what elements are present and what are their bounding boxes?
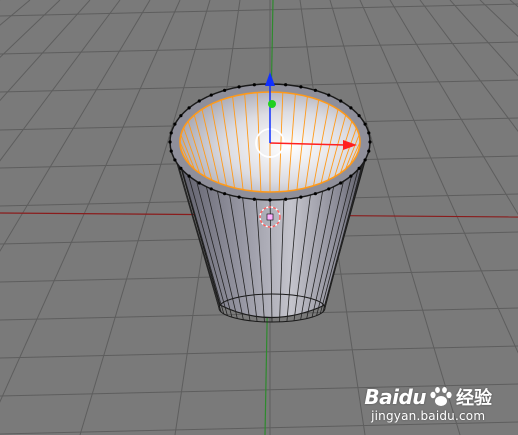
rim-vertex [169,131,173,135]
rim-vertex [179,166,183,170]
grid-line [79,0,211,435]
grid-line [0,0,31,26]
watermark-url: jingyan.baidu.com [371,409,486,423]
grid-line [0,0,121,162]
grid-line [0,0,91,102]
rim-vertex [252,197,256,201]
baidu-jingyan-watermark: Baidu 经验 jingyan.baidu.com [364,384,492,423]
rim-vertex [268,198,272,202]
gizmo-z-arrow [265,72,275,86]
rim-vertex [209,187,213,191]
grid-line [0,3,518,17]
rim-vertex [299,85,303,89]
rim-vertex [237,195,241,199]
rim-vertex [173,158,177,162]
rim-vertex [187,106,191,110]
rim-vertex [223,88,227,92]
rim-vertex [187,174,191,178]
rim-vertex [363,122,367,126]
rim-vertex [363,158,367,162]
gizmo-y-handle [268,100,276,108]
rim-vertex [209,93,213,97]
rim-vertex [367,131,371,135]
grid-line [0,0,61,59]
rim-vertex [237,85,241,89]
3d-viewport[interactable]: Baidu 经验 jingyan.baidu.com [0,0,518,435]
viewport-canvas[interactable] [0,0,518,435]
grid-line [0,345,518,359]
rim-vertex [169,149,173,153]
rim-vertex [179,114,183,118]
watermark-brand: Baidu [364,385,426,409]
grid-line [0,0,151,252]
grid-line [389,0,518,216]
rim-vertex [339,99,343,103]
rim-vertex [327,93,331,97]
rim-vertex [349,106,353,110]
rim-vertex [173,122,177,126]
rim-vertex [313,192,317,196]
rim-vertex [339,181,343,185]
rim-vertex [223,192,227,196]
rim-vertex [168,140,172,144]
rim-vertex [327,187,331,191]
grid-line [0,41,518,55]
rim-vertex [197,99,201,103]
rim-vertex [284,197,288,201]
grid-line [0,0,181,403]
rim-vertex [252,83,256,87]
grid-line [0,421,518,435]
rim-vertex [367,149,371,153]
rim-vertex [349,174,353,178]
grid-line [359,0,518,354]
rim-vertex [197,181,201,185]
rim-vertex [284,83,288,87]
paw-icon [430,387,452,406]
rim-vertex [313,88,317,92]
rim-vertex [299,195,303,199]
grid-line [419,0,518,133]
watermark-logo-row: Baidu 经验 [364,384,492,410]
watermark-cn-label: 经验 [456,388,492,409]
rim-vertex [357,166,361,170]
rim-vertex [368,140,372,144]
rim-vertex [357,114,361,118]
